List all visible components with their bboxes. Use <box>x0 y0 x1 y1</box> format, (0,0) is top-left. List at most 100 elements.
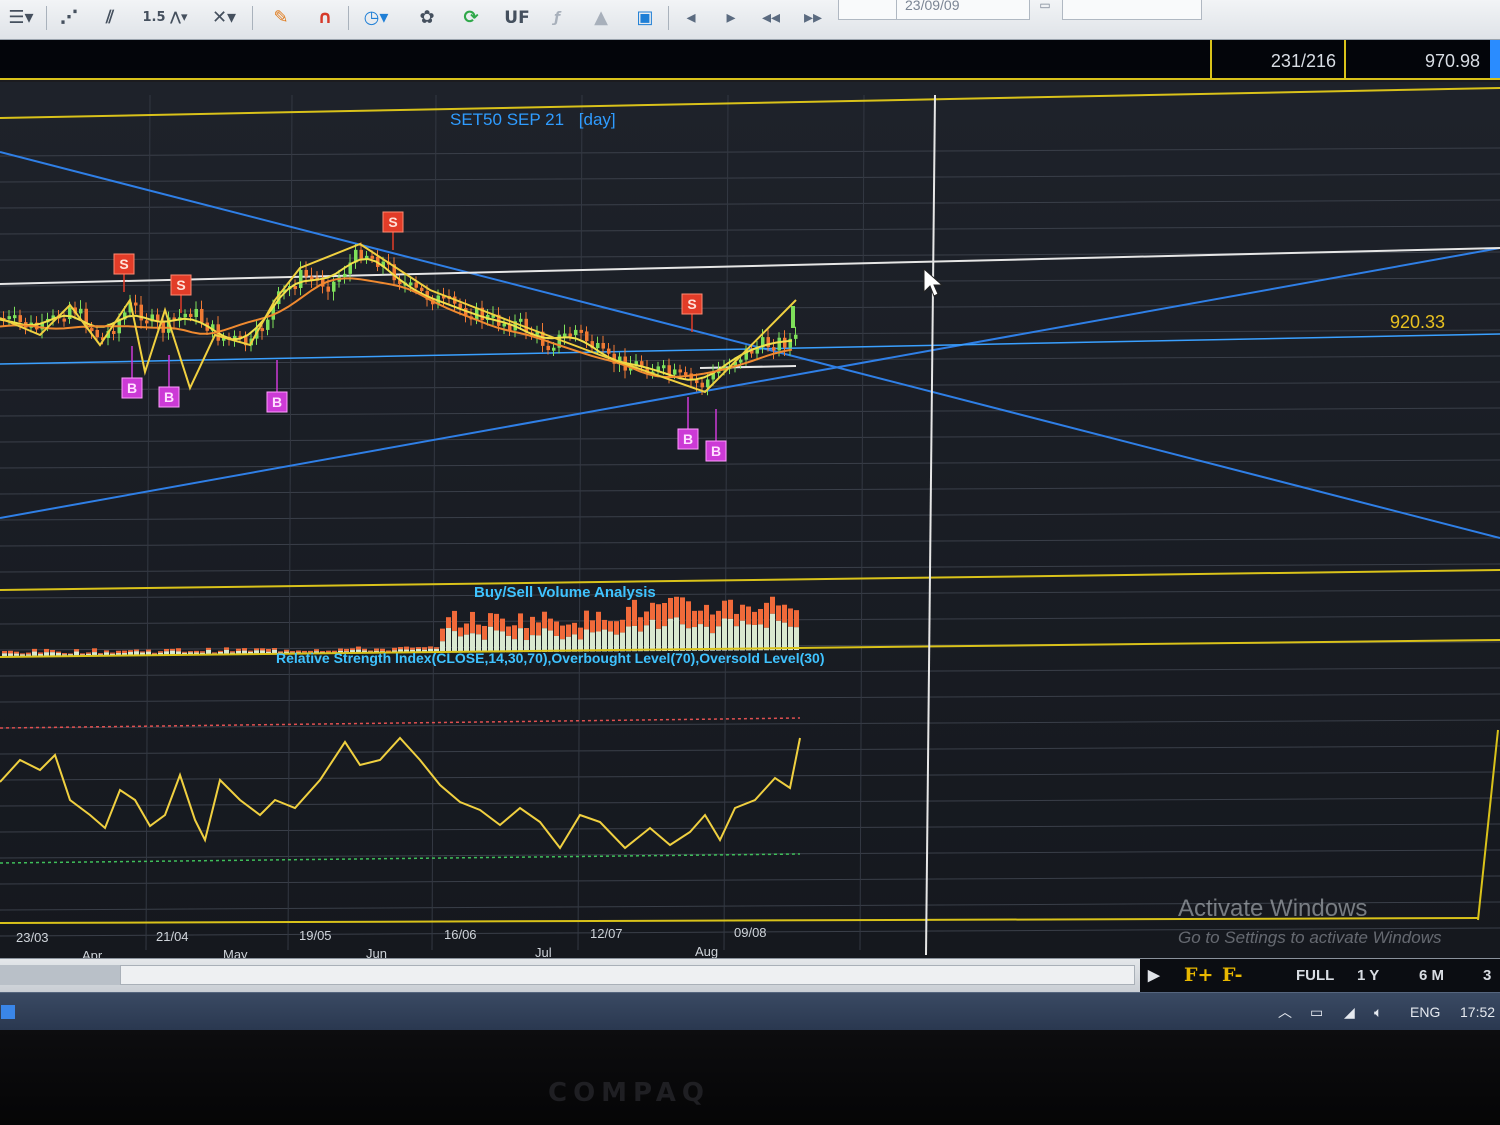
volume-sell-bar <box>236 648 241 651</box>
volume-buy-bar <box>32 651 37 656</box>
scrollbar[interactable] <box>120 965 1135 985</box>
volume-sell-bar <box>632 599 637 626</box>
end-date-input[interactable] <box>1062 0 1202 20</box>
volume-panel-top-border <box>0 569 1500 591</box>
period-6m-button[interactable]: 6 M <box>1419 964 1444 988</box>
arrow-right-icon[interactable]: ▸ <box>716 4 746 32</box>
mountain-icon[interactable]: ▲ <box>584 4 618 32</box>
grid-line-h <box>0 147 1500 157</box>
candle-body <box>310 276 314 280</box>
volume-sell-bar <box>452 610 457 632</box>
candle-body <box>678 369 682 373</box>
menu-icon[interactable]: ☰▾ <box>0 4 42 32</box>
calendar-icon[interactable]: ▭ <box>1030 0 1060 18</box>
volume-sell-bar <box>494 613 499 631</box>
candle-body <box>18 315 22 323</box>
volume-icon[interactable]: 🔈︎ <box>1374 993 1382 1031</box>
grid-line-h <box>0 199 1500 209</box>
date-input-value: 23/09/09 <box>905 0 960 13</box>
grid-line-h <box>0 303 1500 313</box>
arrow-left-icon[interactable]: ◂ <box>676 4 706 32</box>
period-3m-button[interactable]: 3 <box>1483 964 1491 988</box>
fibonacci-tool-button[interactable]: 1.5 ⋀▾ <box>138 4 192 32</box>
candle-body <box>579 329 583 333</box>
function-icon[interactable]: ƒ <box>540 4 574 32</box>
grid-draw-icon[interactable]: ⋰ <box>52 4 86 32</box>
clock-time[interactable]: 17:52 <box>1460 993 1495 1031</box>
volume-buy-bar <box>716 626 721 651</box>
palette-icon[interactable]: ✿ <box>410 4 444 32</box>
candle-body <box>695 380 699 384</box>
volume-sell-bar <box>560 625 565 640</box>
scroll-thumb[interactable] <box>0 965 120 985</box>
volume-buy-bar <box>794 627 799 651</box>
volume-sell-bar <box>182 651 187 653</box>
volume-sell-bar <box>458 627 463 637</box>
grid-line-h <box>0 485 1500 495</box>
zoom-out-icon[interactable]: ▸▸ <box>796 4 830 32</box>
volume-buy-bar <box>56 652 61 656</box>
delete-tool-icon[interactable]: ✕▾ <box>200 4 248 32</box>
candle-body <box>607 348 611 354</box>
candle-body <box>772 347 776 351</box>
volume-sell-bar <box>230 651 235 653</box>
volume-sell-bar <box>740 604 745 621</box>
volume-sell-bar <box>524 628 529 641</box>
volume-sell-bar <box>530 616 535 636</box>
volume-sell-bar <box>782 604 787 623</box>
symbol-input[interactable] <box>838 0 896 20</box>
candle-body <box>134 302 138 306</box>
volume-sell-bar <box>242 648 247 651</box>
pencil-icon[interactable]: ✎ <box>262 4 300 32</box>
chart-symbol: SET50 SEP 21 <box>450 110 565 129</box>
period-zoom-out-button[interactable]: F- <box>1222 964 1243 988</box>
battery-icon[interactable]: ▭ <box>1310 993 1323 1031</box>
volume-sell-bar <box>92 648 97 653</box>
chart-window-icon[interactable]: ▣ <box>630 4 660 32</box>
chart-area[interactable]: S S S S B B B B B SET50 SEP 21 [day] 920.33 Buy/… <box>0 82 1500 963</box>
volume-buy-bar <box>8 653 13 656</box>
period-full-button[interactable]: FULL <box>1296 964 1334 988</box>
language-indicator[interactable]: ENG <box>1410 993 1440 1031</box>
volume-buy-bar <box>668 618 673 651</box>
buy-signal-label: B <box>272 394 282 410</box>
period-zoom-in-button[interactable]: F+ <box>1184 964 1213 988</box>
date-input[interactable]: 23/09/09 <box>896 0 1030 20</box>
parallel-lines-icon[interactable]: ⫽ <box>92 4 128 32</box>
grid-line-h <box>0 667 1500 677</box>
volume-buy-bar <box>740 620 745 651</box>
chart-canvas[interactable]: S S S S B B B B B <box>0 82 1500 958</box>
volume-sell-bar <box>692 610 697 628</box>
volume-sell-bar <box>206 647 211 650</box>
volume-sell-bar <box>596 611 601 632</box>
buy-signal-label: B <box>127 380 137 396</box>
wifi-icon[interactable]: ◢ <box>1344 993 1355 1031</box>
period-1y-button[interactable]: 1 Y <box>1357 964 1379 988</box>
volume-sell-bar <box>686 601 691 629</box>
candle-body <box>183 313 187 318</box>
uf-button[interactable]: UF <box>500 4 534 32</box>
trend-lines <box>0 151 1500 539</box>
last-price-value: 970.98 <box>1344 40 1488 78</box>
volume-sell-bar <box>644 611 649 626</box>
volume-buy-bar <box>548 630 553 652</box>
price-level-label: 920.33 <box>1390 312 1446 332</box>
zoom-in-icon[interactable]: ◂◂ <box>756 4 786 32</box>
volume-sell-bar <box>722 600 727 619</box>
chart-title: SET50 SEP 21 [day] <box>450 110 616 130</box>
volume-buy-bar <box>644 625 649 652</box>
chart-period: [day] <box>578 110 616 129</box>
refresh-icon[interactable]: ⟳ <box>454 4 488 32</box>
volume-sell-bar <box>416 647 421 649</box>
volume-sell-bar <box>44 648 49 653</box>
magnet-icon[interactable]: ∩ <box>306 4 344 32</box>
grid-line-h <box>0 537 1500 547</box>
volume-sell-bar <box>476 624 481 635</box>
clock-icon[interactable]: ◷▾ <box>354 4 398 32</box>
candle-body <box>700 382 704 388</box>
candle-body <box>370 255 374 259</box>
show-hidden-icons-icon[interactable]: ︿ <box>1278 993 1292 1031</box>
volume-sell-bar <box>656 604 661 629</box>
period-play-icon[interactable]: ▶ <box>1148 964 1160 988</box>
taskbar-app-icon[interactable] <box>0 993 22 1031</box>
